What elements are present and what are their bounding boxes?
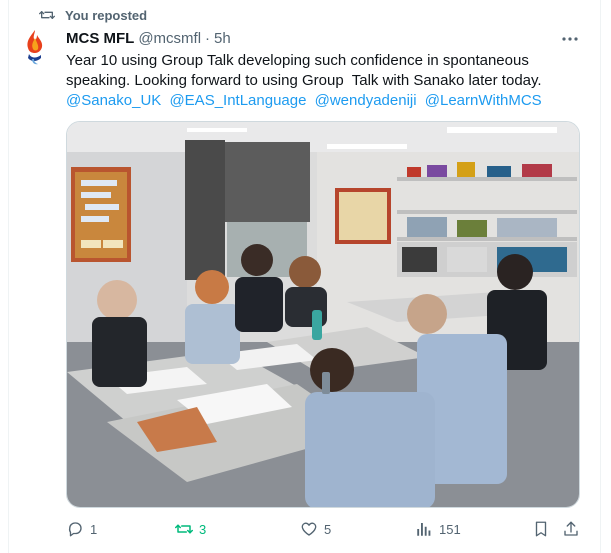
separator-dot: · (205, 30, 211, 47)
heart-icon (301, 522, 317, 536)
reply-button[interactable]: 1 (66, 515, 97, 543)
bookmark-icon (535, 521, 547, 537)
tweet-header: MCS MFL @mcsmfl · 5h (66, 30, 231, 47)
tweet-text-line-2: speaking. Looking forward to using Group… (66, 72, 542, 89)
views-button[interactable]: 151 (415, 515, 461, 543)
tweet-photo[interactable] (66, 121, 580, 508)
more-options-icon[interactable] (560, 29, 580, 49)
reply-icon (68, 522, 82, 537)
repost-indicator[interactable]: You reposted (39, 6, 147, 24)
share-icon (564, 521, 578, 536)
mention-link[interactable]: @LearnWithMCS (425, 92, 542, 109)
views-count: 151 (439, 521, 461, 537)
views-icon (417, 523, 431, 536)
repost-icon (39, 11, 55, 19)
repost-count: 3 (199, 521, 207, 537)
classroom-photo-illustration (67, 122, 579, 507)
tweet-text: Year 10 using Group Talk developing such… (66, 51, 586, 111)
author-name[interactable]: MCS MFL (66, 30, 134, 47)
like-button[interactable]: 5 (300, 515, 331, 543)
repost-button[interactable]: 3 (175, 515, 206, 543)
action-bar: 1 3 5 151 (60, 515, 584, 543)
like-count: 5 (324, 521, 332, 537)
mention-link[interactable]: @wendyadeniji (315, 92, 417, 109)
repost-label: You reposted (65, 7, 148, 23)
tweet-text-line-1: Year 10 using Group Talk developing such… (66, 52, 529, 69)
mention-link[interactable]: @EAS_IntLanguage (169, 92, 306, 109)
mention-link[interactable]: @Sanako_UK (66, 92, 161, 109)
repost-icon (175, 524, 193, 534)
timeline-border-left (8, 0, 9, 553)
bookmark-button[interactable] (532, 515, 550, 543)
timeline-border-right (600, 0, 601, 553)
timestamp[interactable]: 5h (214, 30, 231, 47)
author-handle[interactable]: @mcsmfl (138, 30, 201, 47)
avatar[interactable] (22, 28, 48, 68)
mentions-line: @Sanako_UK @EAS_IntLanguage @wendyadenij… (66, 91, 586, 111)
share-button[interactable] (562, 515, 580, 543)
reply-count: 1 (90, 521, 98, 537)
